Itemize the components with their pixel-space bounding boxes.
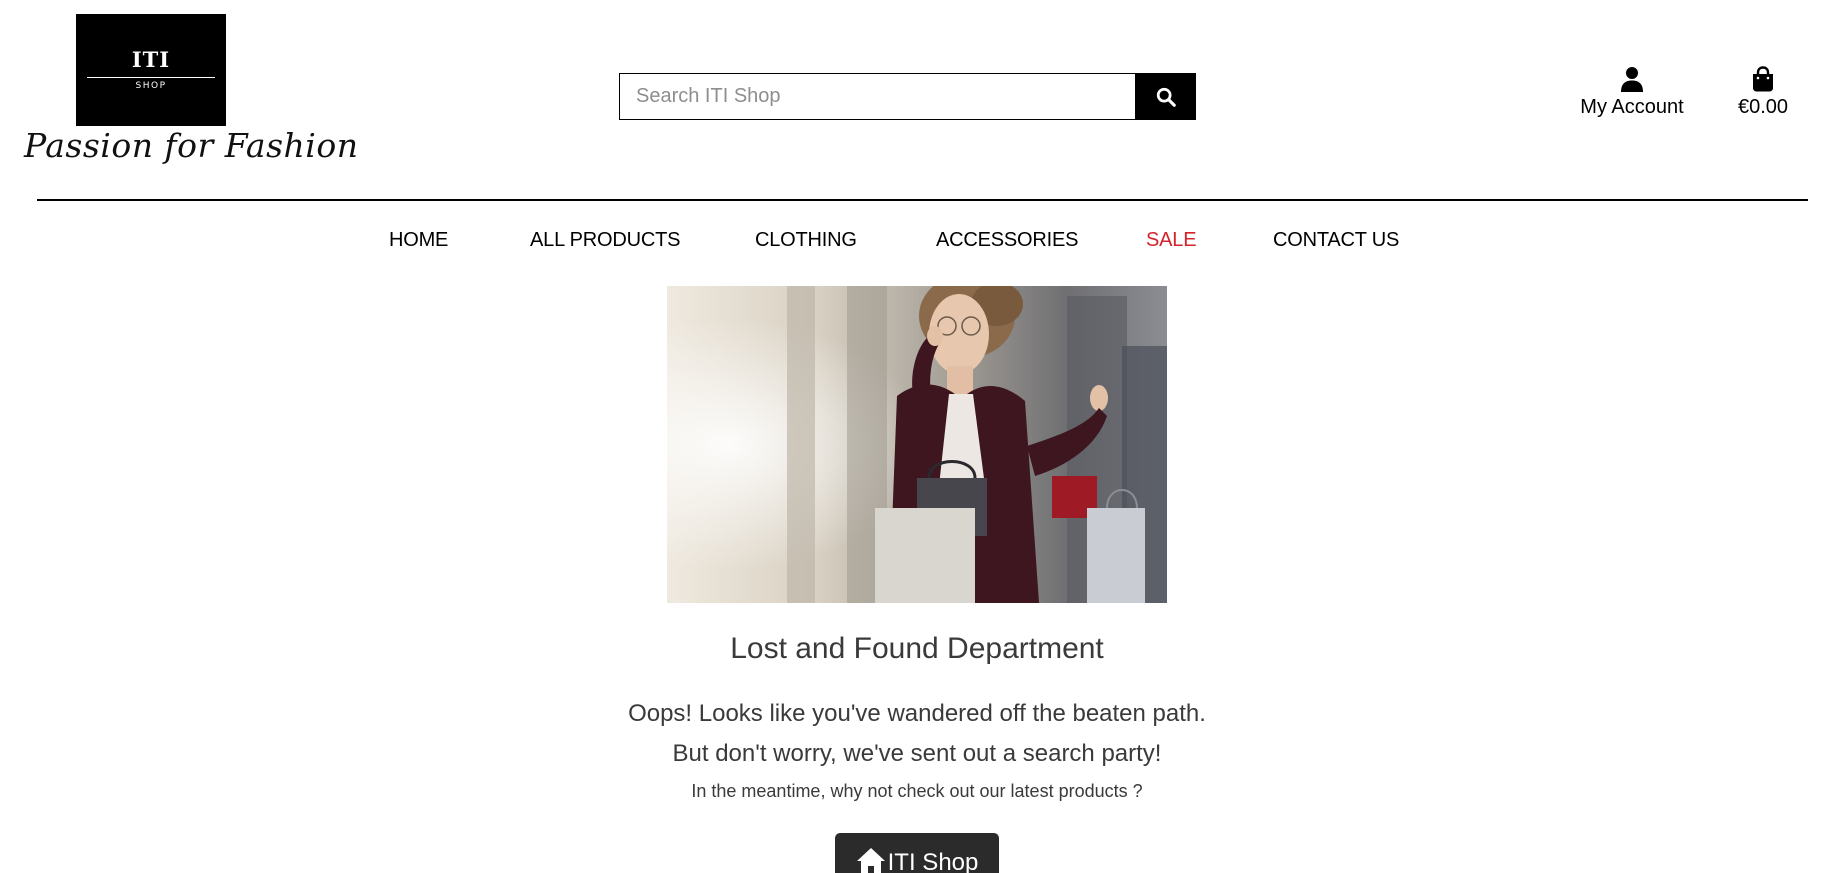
shopping-bag-link[interactable]: €0.00 (1728, 66, 1798, 119)
my-account-link[interactable]: My Account (1572, 66, 1692, 119)
main-navigation: HOME ALL PRODUCTS CLOTHING ACCESSORIES S… (0, 224, 1821, 256)
home-icon (856, 848, 885, 873)
hero-image (667, 286, 1167, 603)
shop-home-button[interactable]: ITI Shop (835, 833, 999, 873)
page: ITI SHOP Passion for Fashion My Account … (0, 0, 1821, 873)
my-account-label: My Account (1580, 96, 1684, 118)
message-line-1: Oops! Looks like you've wandered off the… (628, 700, 1206, 727)
logo-divider (87, 77, 215, 78)
shopping-bag-icon (1753, 66, 1773, 92)
nav-item-sale[interactable]: SALE (1146, 224, 1197, 256)
bag-total: €0.00 (1737, 96, 1789, 118)
nav-item-accessories[interactable]: ACCESSORIES (936, 224, 1078, 256)
nav-item-clothing[interactable]: CLOTHING (755, 224, 857, 256)
shop-button-label: ITI Shop (887, 849, 979, 873)
logo-subtitle: SHOP (135, 81, 167, 91)
page-title: Lost and Found Department (730, 632, 1104, 665)
nav-item-home[interactable]: HOME (389, 224, 448, 256)
message-line-2: But don't worry, we've sent out a search… (672, 740, 1162, 767)
user-icon (1621, 67, 1643, 92)
logo-title: ITI (131, 47, 171, 72)
search-input[interactable] (619, 73, 1135, 120)
shopper-photo (667, 286, 1167, 603)
site-logo[interactable]: ITI SHOP (76, 14, 226, 126)
search-icon (1156, 87, 1176, 107)
search-form (619, 73, 1196, 120)
nav-item-contact-us[interactable]: CONTACT US (1273, 224, 1399, 256)
message-line-3: In the meantime, why not check out our l… (691, 781, 1143, 801)
site-tagline: Passion for Fashion (24, 126, 359, 165)
header-divider (37, 199, 1808, 201)
nav-item-all-products[interactable]: ALL PRODUCTS (530, 224, 680, 256)
search-button[interactable] (1135, 73, 1196, 120)
